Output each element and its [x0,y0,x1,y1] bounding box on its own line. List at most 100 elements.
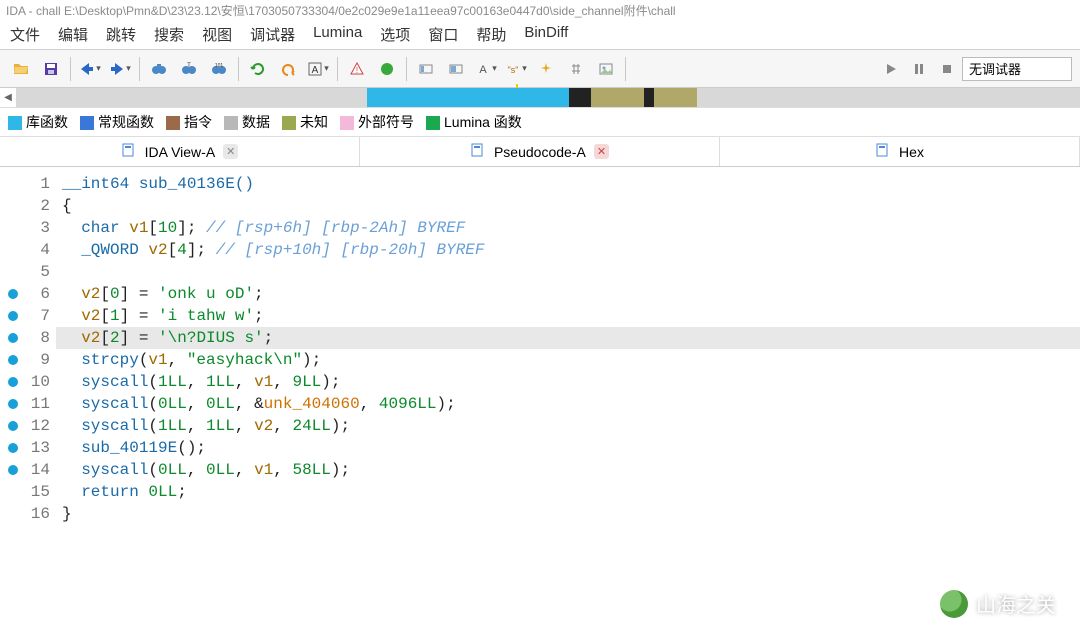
menu-视图[interactable]: 视图 [202,24,232,45]
code-line-12[interactable]: syscall(1LL, 1LL, v2, 24LL); [56,415,1080,437]
line-number[interactable]: 12 [18,415,50,437]
menu-搜索[interactable]: 搜索 [154,24,184,45]
text-frame-icon[interactable]: A▾ [305,56,331,82]
segment-icon[interactable] [413,56,439,82]
nav-segment[interactable] [367,88,388,107]
close-icon[interactable]: ✕ [223,144,238,159]
nav-segment[interactable] [654,88,697,107]
undo-icon[interactable] [275,56,301,82]
arrow-right-icon[interactable]: ▾ [107,56,133,82]
token-type: _QWORD [81,241,148,259]
menu-窗口[interactable]: 窗口 [428,24,458,45]
line-number[interactable]: 13 [18,437,50,459]
line-number[interactable]: 16 [18,503,50,525]
line-number[interactable]: 11 [18,393,50,415]
code-line-2[interactable]: { [56,195,1080,217]
menu-文件[interactable]: 文件 [10,24,40,45]
menu-跳转[interactable]: 跳转 [106,24,136,45]
nav-track[interactable] [16,88,1080,107]
token-plain: ; [254,285,264,303]
warning-icon[interactable]: ! [344,56,370,82]
code-line-6[interactable]: v2[0] = 'onk u oD'; [56,283,1080,305]
line-number[interactable]: 10 [18,371,50,393]
tab-hex[interactable]: Hex [720,137,1080,166]
refresh-icon[interactable] [245,56,271,82]
nav-scroll-left[interactable]: ◀ [0,88,16,107]
line-number[interactable]: 9 [18,349,50,371]
navigation-band[interactable]: ◀ [0,88,1080,108]
token-plain: ] = [120,307,158,325]
token-plain: ); [302,351,321,369]
line-number[interactable]: 6 [18,283,50,305]
tab-label: Pseudocode-A [494,144,586,160]
menu-选项[interactable]: 选项 [380,24,410,45]
legend-Lumina 函数: Lumina 函数 [426,112,522,132]
menu-调试器[interactable]: 调试器 [250,24,295,45]
line-number[interactable]: 14 [18,459,50,481]
folder-open-icon[interactable] [8,56,34,82]
pseudocode-view[interactable]: 12345678910111213141516 __int64 sub_4013… [0,167,1080,634]
legend-库函数: 库函数 [8,112,68,132]
nav-segment[interactable] [16,88,367,107]
run-icon[interactable] [374,56,400,82]
stop-icon[interactable] [934,56,960,82]
line-number[interactable]: 1 [18,173,50,195]
save-icon[interactable] [38,56,64,82]
line-number[interactable]: 2 [18,195,50,217]
code-line-15[interactable]: return 0LL; [56,481,1080,503]
segment2-icon[interactable] [443,56,469,82]
line-number[interactable]: 15 [18,481,50,503]
code-line-1[interactable]: __int64 sub_40136E() [56,173,1080,195]
token-plain [62,329,81,347]
line-number[interactable]: 8 [18,327,50,349]
menu-Lumina[interactable]: Lumina [313,24,362,45]
nav-segment[interactable] [761,88,1080,107]
line-number[interactable]: 5 [18,261,50,283]
token-plain: , [235,373,254,391]
nav-segment[interactable] [697,88,761,107]
binoculars-text-icon[interactable]: T [176,56,202,82]
code-line-5[interactable] [56,261,1080,283]
code-line-4[interactable]: _QWORD v2[4]; // [rsp+10h] [rbp-20h] BYR… [56,239,1080,261]
code-line-7[interactable]: v2[1] = 'i tahw w'; [56,305,1080,327]
code-line-10[interactable]: syscall(1LL, 1LL, v1, 9LL); [56,371,1080,393]
svg-text:A: A [480,64,488,76]
code-line-16[interactable]: } [56,503,1080,525]
code-line-8[interactable]: v2[2] = '\n?DIUS s'; [56,327,1080,349]
code-line-14[interactable]: syscall(0LL, 0LL, v1, 58LL); [56,459,1080,481]
line-number[interactable]: 3 [18,217,50,239]
nav-segment[interactable] [388,88,569,107]
code-line-3[interactable]: char v1[10]; // [rsp+6h] [rbp-2Ah] BYREF [56,217,1080,239]
token-num: 1LL [206,417,235,435]
menu-BinDiff[interactable]: BinDiff [524,24,568,45]
code-line-11[interactable]: syscall(0LL, 0LL, &unk_404060, 4096LL); [56,393,1080,415]
nav-segment[interactable] [569,88,590,107]
line-number[interactable]: 4 [18,239,50,261]
token-plain [62,307,81,325]
token-plain: ] = [120,285,158,303]
code-line-13[interactable]: sub_40119E(); [56,437,1080,459]
binoculars-icon[interactable] [146,56,172,82]
hash-icon[interactable] [563,56,589,82]
code-line-9[interactable]: strcpy(v1, "easyhack\n"); [56,349,1080,371]
pause-icon[interactable] [906,56,932,82]
arrow-left-icon[interactable]: ▾ [77,56,103,82]
tab-ida-view-a[interactable]: IDA View-A✕ [0,137,360,166]
menu-编辑[interactable]: 编辑 [58,24,88,45]
line-number[interactable]: 7 [18,305,50,327]
close-icon[interactable]: ✕ [594,144,609,159]
play-icon[interactable] [878,56,904,82]
font-icon[interactable]: A▾ [473,56,499,82]
token-plain [62,395,81,413]
debugger-select[interactable] [962,57,1072,81]
binoculars-hex-icon[interactable]: 101 [206,56,232,82]
string-icon[interactable]: "s"▾ [503,56,529,82]
nav-segment[interactable] [591,88,644,107]
nav-segment[interactable] [644,88,655,107]
legend-常规函数: 常规函数 [80,112,154,132]
sparkle-icon[interactable] [533,56,559,82]
image-icon[interactable] [593,56,619,82]
menu-帮助[interactable]: 帮助 [476,24,506,45]
code-lines[interactable]: __int64 sub_40136E(){ char v1[10]; // [r… [56,167,1080,634]
tab-pseudocode-a[interactable]: Pseudocode-A ✕ [360,137,720,166]
